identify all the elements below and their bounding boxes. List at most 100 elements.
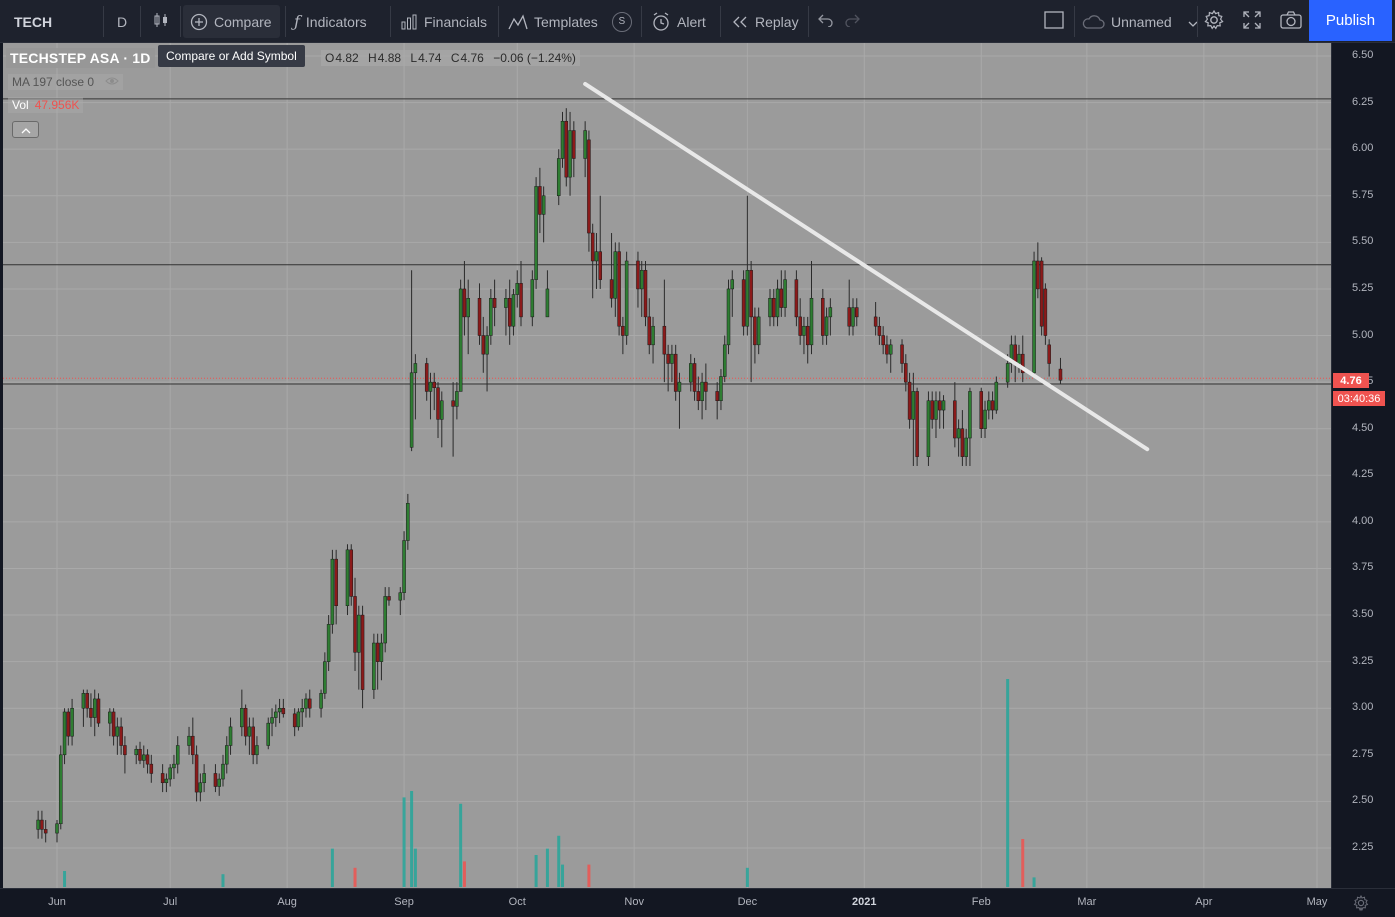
price-tick-label: 5.25 xyxy=(1352,281,1374,294)
publish-button[interactable]: Publish xyxy=(1309,0,1392,41)
candle-body xyxy=(142,754,146,761)
candle-body xyxy=(507,298,512,327)
tooltip-text: Compare or Add Symbol xyxy=(166,49,297,63)
layout-name-dropdown[interactable]: Unnamed xyxy=(1081,0,1198,43)
ma-label: MA 197 close 0 xyxy=(12,75,95,89)
collapse-legend-button[interactable] xyxy=(12,121,39,138)
candle-body xyxy=(504,298,508,308)
candle-body xyxy=(545,288,550,318)
candle-body xyxy=(662,325,667,355)
symbol-search[interactable]: TECH xyxy=(14,0,52,43)
candle-body xyxy=(372,642,376,690)
fullscreen-icon xyxy=(1242,10,1262,33)
candle-body xyxy=(515,283,519,295)
layout-toggle-button[interactable] xyxy=(1044,0,1064,43)
volume-bar xyxy=(1021,839,1025,887)
candle-body xyxy=(1005,363,1010,383)
candle-body xyxy=(719,376,723,402)
candlestick-chart[interactable] xyxy=(3,43,1331,888)
chart-type-button[interactable] xyxy=(152,0,170,43)
fullscreen-button[interactable] xyxy=(1242,0,1262,43)
price-tick-label: 3.25 xyxy=(1352,654,1374,667)
price-tick-label: 4.50 xyxy=(1352,421,1374,434)
indicators-button[interactable]: ƒ Indicators xyxy=(294,0,367,43)
candle-body xyxy=(300,707,304,713)
publish-label: Publish xyxy=(1325,12,1376,29)
candle-body xyxy=(187,735,191,746)
eye-icon[interactable] xyxy=(105,75,120,89)
candle-body xyxy=(1032,260,1036,374)
candle-body xyxy=(715,391,719,402)
candle-body xyxy=(1043,288,1048,336)
price-tick-label: 2.50 xyxy=(1352,794,1374,807)
volume-bar xyxy=(63,871,67,887)
candle-body xyxy=(387,596,391,601)
candle-body xyxy=(160,773,165,784)
candle-body xyxy=(1058,368,1063,381)
volume-bar xyxy=(221,874,225,887)
candle-body xyxy=(217,778,221,787)
layout-name-label: Unnamed xyxy=(1111,13,1172,30)
candle-body xyxy=(240,707,244,728)
candle-body xyxy=(519,283,523,318)
candle-body xyxy=(689,363,693,383)
templates-button[interactable]: Templates S xyxy=(508,0,632,43)
candle-body xyxy=(270,717,274,724)
chart-pane[interactable] xyxy=(3,43,1331,888)
candle-body xyxy=(821,298,825,336)
candle-body xyxy=(92,698,97,718)
price-axis[interactable]: 6.506.256.005.755.505.255.004.754.504.25… xyxy=(1331,43,1395,888)
candle-body xyxy=(855,307,859,318)
financials-button[interactable]: Financials xyxy=(400,0,487,43)
alarm-clock-icon xyxy=(651,11,671,32)
candle-body xyxy=(202,773,206,784)
toolbar-divider xyxy=(285,6,286,37)
ma-legend[interactable]: MA 197 close 0 xyxy=(8,74,124,90)
price-tick-label: 3.75 xyxy=(1352,561,1374,574)
candle-body xyxy=(277,707,282,713)
candle-body xyxy=(334,558,338,606)
candle-body xyxy=(590,232,595,262)
candle-body xyxy=(436,387,440,420)
candle-body xyxy=(639,270,644,290)
candle-body xyxy=(900,344,904,364)
candle-body xyxy=(1036,260,1040,290)
time-axis[interactable]: Jun Jul Aug Sep Oct Nov Dec 2021 Feb Mar Apr May xyxy=(0,888,1395,917)
candle-body xyxy=(308,698,312,709)
candle-body xyxy=(907,381,912,420)
volume-legend[interactable]: Vol 47.956K xyxy=(8,97,84,113)
candle-body xyxy=(198,782,203,793)
redo-button[interactable] xyxy=(844,0,862,43)
candle-body xyxy=(613,251,618,299)
candle-body xyxy=(643,270,648,318)
axis-settings-icon[interactable] xyxy=(1352,894,1370,917)
candle-body xyxy=(149,763,154,774)
candle-body xyxy=(451,400,455,407)
candle-body xyxy=(938,400,942,411)
candle-body xyxy=(926,400,931,457)
candle-body xyxy=(956,428,961,439)
candle-body xyxy=(172,763,176,769)
settings-button[interactable] xyxy=(1203,0,1225,43)
chart-legend: TECHSTEP ASA · 1D xyxy=(6,47,155,69)
price-tick-label: 5.00 xyxy=(1352,328,1374,341)
replay-button[interactable]: Replay xyxy=(731,0,799,43)
candle-body xyxy=(323,661,327,694)
snapshot-button[interactable] xyxy=(1280,0,1302,43)
candle-body xyxy=(66,711,71,737)
templates-shortcut-badge: S xyxy=(611,11,632,32)
interval-button[interactable]: D xyxy=(117,0,127,43)
toolbar-divider xyxy=(1074,6,1075,37)
volume-value: 47.956K xyxy=(34,98,80,112)
candle-body xyxy=(119,726,123,746)
symbol-title[interactable]: TECHSTEP ASA · 1D xyxy=(6,48,155,68)
indicators-label: Indicators xyxy=(305,13,367,30)
candle-body xyxy=(145,754,150,765)
alert-button[interactable]: Alert xyxy=(651,0,706,43)
bar-chart-icon xyxy=(400,13,418,31)
candle-body xyxy=(538,186,542,215)
undo-button[interactable] xyxy=(816,0,834,43)
compare-button[interactable]: Compare xyxy=(183,5,280,38)
toolbar-divider xyxy=(641,6,642,37)
candle-body xyxy=(134,748,138,756)
